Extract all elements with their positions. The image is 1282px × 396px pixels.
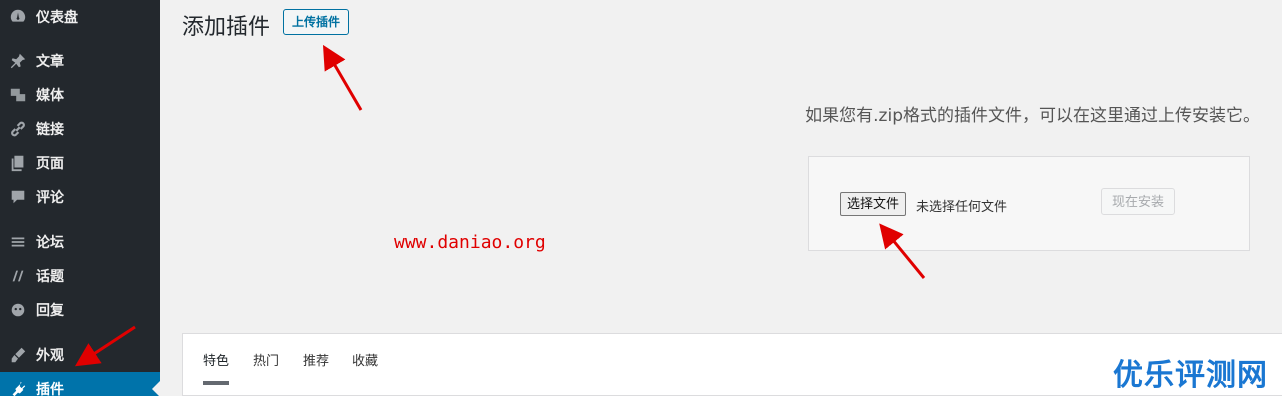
sidebar-item-pages[interactable]: 页面 <box>0 146 160 180</box>
tab-favorites[interactable]: 收藏 <box>352 350 378 390</box>
sidebar-item-label: 评论 <box>36 190 64 206</box>
sidebar-item-label: 文章 <box>36 54 64 70</box>
tab-popular[interactable]: 热门 <box>253 350 279 390</box>
sidebar-item-label: 插件 <box>36 382 64 396</box>
tab-recommended[interactable]: 推荐 <box>303 350 329 390</box>
upload-plugin-form: 选择文件 未选择任何文件 现在安装 <box>808 156 1250 251</box>
link-icon <box>8 119 28 139</box>
tab-featured[interactable]: 特色 <box>203 350 230 390</box>
topic-icon <box>8 266 28 286</box>
sidebar-item-label: 外观 <box>36 348 64 364</box>
dashboard-icon <box>8 7 28 27</box>
sidebar-item-label: 链接 <box>36 122 64 138</box>
pin-icon <box>8 51 28 71</box>
sidebar-item-replies[interactable]: 回复 <box>0 293 160 327</box>
choose-file-button[interactable]: 选择文件 <box>840 192 907 216</box>
media-icon <box>8 85 28 105</box>
admin-sidebar: 仪表盘 文章 媒体 链接 页面 评论 论坛 话题 回复 外观 插件 <box>0 0 160 396</box>
install-now-button[interactable]: 现在安装 <box>1101 188 1176 215</box>
sidebar-item-label: 回复 <box>36 303 64 319</box>
sidebar-item-appearance[interactable]: 外观 <box>0 338 160 372</box>
sidebar-item-posts[interactable]: 文章 <box>0 44 160 78</box>
sidebar-item-dashboard[interactable]: 仪表盘 <box>0 0 160 34</box>
sidebar-item-label: 媒体 <box>36 88 64 104</box>
sidebar-item-label: 论坛 <box>36 235 64 251</box>
sidebar-item-comments[interactable]: 评论 <box>0 180 160 214</box>
sidebar-item-forums[interactable]: 论坛 <box>0 225 160 259</box>
file-status-text: 未选择任何文件 <box>916 200 1008 215</box>
watermark-url: www.daniao.org <box>394 232 546 253</box>
page-title: 添加插件 <box>182 15 271 40</box>
page-icon <box>8 153 28 173</box>
appearance-icon <box>8 345 28 365</box>
reply-icon <box>8 300 28 320</box>
arrow-to-upload-button <box>322 44 363 111</box>
sidebar-item-label: 仪表盘 <box>36 10 78 26</box>
sidebar-item-media[interactable]: 媒体 <box>0 78 160 112</box>
sidebar-item-links[interactable]: 链接 <box>0 112 160 146</box>
sidebar-item-topics[interactable]: 话题 <box>0 259 160 293</box>
comment-icon <box>8 187 28 207</box>
brand-watermark: 优乐评测网 <box>1109 350 1272 394</box>
sidebar-item-label: 话题 <box>36 269 64 285</box>
upload-plugin-button[interactable]: 上传插件 <box>283 9 350 35</box>
sidebar-item-label: 页面 <box>36 156 64 172</box>
upload-help-text: 如果您有.zip格式的插件文件，可以在这里通过上传安装它。 <box>805 106 1260 126</box>
sidebar-item-plugins[interactable]: 插件 <box>0 372 160 396</box>
plugin-icon <box>8 379 28 396</box>
forum-icon <box>8 232 28 252</box>
